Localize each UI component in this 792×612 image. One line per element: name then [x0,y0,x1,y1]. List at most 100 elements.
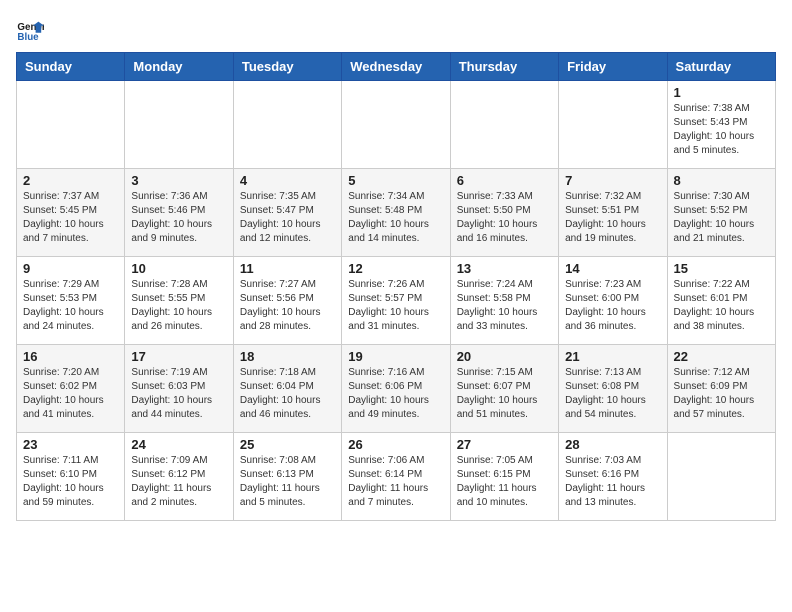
logo: General Blue [16,16,48,44]
weekday-header-friday: Friday [559,53,667,81]
calendar-cell: 13 Sunrise: 7:24 AMSunset: 5:58 PMDayligh… [450,257,558,345]
day-info: Sunrise: 7:30 AMSunset: 5:52 PMDaylight:… [674,190,769,246]
day-number: 13 [457,261,552,276]
day-number: 19 [348,349,443,364]
svg-text:Blue: Blue [17,32,39,43]
day-info: Sunrise: 7:32 AMSunset: 5:51 PMDaylight:… [565,190,660,246]
header: General Blue [16,16,776,44]
weekday-header-tuesday: Tuesday [233,53,341,81]
logo-icon: General Blue [16,16,44,44]
weekday-header-thursday: Thursday [450,53,558,81]
calendar-cell: 8 Sunrise: 7:30 AMSunset: 5:52 PMDaylight… [667,169,775,257]
calendar-cell: 6 Sunrise: 7:33 AMSunset: 5:50 PMDaylight… [450,169,558,257]
week-row-1: 1 Sunrise: 7:38 AMSunset: 5:43 PMDaylight… [17,81,776,169]
day-info: Sunrise: 7:03 AMSunset: 6:16 PMDaylight:… [565,454,660,510]
calendar-cell: 19 Sunrise: 7:16 AMSunset: 6:06 PMDayligh… [342,345,450,433]
week-row-2: 2 Sunrise: 7:37 AMSunset: 5:45 PMDaylight… [17,169,776,257]
day-number: 6 [457,173,552,188]
day-number: 14 [565,261,660,276]
day-number: 26 [348,437,443,452]
day-number: 20 [457,349,552,364]
day-info: Sunrise: 7:09 AMSunset: 6:12 PMDaylight:… [131,454,226,510]
day-info: Sunrise: 7:16 AMSunset: 6:06 PMDaylight:… [348,366,443,422]
day-info: Sunrise: 7:08 AMSunset: 6:13 PMDaylight:… [240,454,335,510]
calendar-cell [450,81,558,169]
calendar-cell: 22 Sunrise: 7:12 AMSunset: 6:09 PMDayligh… [667,345,775,433]
calendar-cell: 4 Sunrise: 7:35 AMSunset: 5:47 PMDaylight… [233,169,341,257]
calendar-cell: 5 Sunrise: 7:34 AMSunset: 5:48 PMDaylight… [342,169,450,257]
calendar-cell [667,433,775,521]
day-number: 22 [674,349,769,364]
day-info: Sunrise: 7:29 AMSunset: 5:53 PMDaylight:… [23,278,118,334]
weekday-header-sunday: Sunday [17,53,125,81]
day-number: 17 [131,349,226,364]
day-info: Sunrise: 7:36 AMSunset: 5:46 PMDaylight:… [131,190,226,246]
calendar-cell: 1 Sunrise: 7:38 AMSunset: 5:43 PMDaylight… [667,81,775,169]
day-info: Sunrise: 7:26 AMSunset: 5:57 PMDaylight:… [348,278,443,334]
day-info: Sunrise: 7:37 AMSunset: 5:45 PMDaylight:… [23,190,118,246]
calendar-cell: 7 Sunrise: 7:32 AMSunset: 5:51 PMDaylight… [559,169,667,257]
day-info: Sunrise: 7:05 AMSunset: 6:15 PMDaylight:… [457,454,552,510]
day-info: Sunrise: 7:38 AMSunset: 5:43 PMDaylight:… [674,102,769,158]
calendar-cell: 9Sunrise: 7:29 AMSunset: 5:53 PMDaylight… [17,257,125,345]
day-info: Sunrise: 7:15 AMSunset: 6:07 PMDaylight:… [457,366,552,422]
day-info: Sunrise: 7:22 AMSunset: 6:01 PMDaylight:… [674,278,769,334]
day-info: Sunrise: 7:23 AMSunset: 6:00 PMDaylight:… [565,278,660,334]
day-number: 2 [23,173,118,188]
calendar-cell: 24 Sunrise: 7:09 AMSunset: 6:12 PMDayligh… [125,433,233,521]
calendar-cell [559,81,667,169]
calendar-cell: 21 Sunrise: 7:13 AMSunset: 6:08 PMDayligh… [559,345,667,433]
day-number: 23 [23,437,118,452]
calendar-cell: 26 Sunrise: 7:06 AMSunset: 6:14 PMDayligh… [342,433,450,521]
day-number: 8 [674,173,769,188]
calendar-cell: 17 Sunrise: 7:19 AMSunset: 6:03 PMDayligh… [125,345,233,433]
day-number: 1 [674,85,769,100]
day-info: Sunrise: 7:18 AMSunset: 6:04 PMDaylight:… [240,366,335,422]
calendar-cell: 12Sunrise: 7:26 AMSunset: 5:57 PMDayligh… [342,257,450,345]
calendar-cell: 20 Sunrise: 7:15 AMSunset: 6:07 PMDayligh… [450,345,558,433]
day-info: Sunrise: 7:27 AMSunset: 5:56 PMDaylight:… [240,278,335,334]
week-row-3: 9Sunrise: 7:29 AMSunset: 5:53 PMDaylight… [17,257,776,345]
calendar-cell: 16Sunrise: 7:20 AMSunset: 6:02 PMDayligh… [17,345,125,433]
day-info: Sunrise: 7:24 AMSunset: 5:58 PMDaylight:… [457,278,552,334]
day-info: Sunrise: 7:19 AMSunset: 6:03 PMDaylight:… [131,366,226,422]
calendar-cell [17,81,125,169]
day-number: 18 [240,349,335,364]
calendar-cell [342,81,450,169]
calendar-cell: 18 Sunrise: 7:18 AMSunset: 6:04 PMDayligh… [233,345,341,433]
day-info: Sunrise: 7:34 AMSunset: 5:48 PMDaylight:… [348,190,443,246]
calendar-cell: 28 Sunrise: 7:03 AMSunset: 6:16 PMDayligh… [559,433,667,521]
calendar-cell [125,81,233,169]
calendar-cell: 11 Sunrise: 7:27 AMSunset: 5:56 PMDayligh… [233,257,341,345]
calendar-cell [233,81,341,169]
calendar-cell: 15 Sunrise: 7:22 AMSunset: 6:01 PMDayligh… [667,257,775,345]
day-number: 27 [457,437,552,452]
calendar-cell: 27 Sunrise: 7:05 AMSunset: 6:15 PMDayligh… [450,433,558,521]
day-number: 28 [565,437,660,452]
week-row-4: 16Sunrise: 7:20 AMSunset: 6:02 PMDayligh… [17,345,776,433]
day-info: Sunrise: 7:28 AMSunset: 5:55 PMDaylight:… [131,278,226,334]
day-number: 4 [240,173,335,188]
week-row-5: 23Sunrise: 7:11 AMSunset: 6:10 PMDayligh… [17,433,776,521]
day-info: Sunrise: 7:33 AMSunset: 5:50 PMDaylight:… [457,190,552,246]
weekday-header-wednesday: Wednesday [342,53,450,81]
calendar-table: SundayMondayTuesdayWednesdayThursdayFrid… [16,52,776,521]
day-number: 3 [131,173,226,188]
day-number: 15 [674,261,769,276]
day-info: Sunrise: 7:35 AMSunset: 5:47 PMDaylight:… [240,190,335,246]
day-number: 5 [348,173,443,188]
day-number: 11 [240,261,335,276]
calendar-cell: 10Sunrise: 7:28 AMSunset: 5:55 PMDayligh… [125,257,233,345]
day-number: 25 [240,437,335,452]
day-info: Sunrise: 7:12 AMSunset: 6:09 PMDaylight:… [674,366,769,422]
day-info: Sunrise: 7:06 AMSunset: 6:14 PMDaylight:… [348,454,443,510]
weekday-header-monday: Monday [125,53,233,81]
day-number: 16 [23,349,118,364]
calendar-cell: 14 Sunrise: 7:23 AMSunset: 6:00 PMDayligh… [559,257,667,345]
day-info: Sunrise: 7:13 AMSunset: 6:08 PMDaylight:… [565,366,660,422]
calendar-cell: 3 Sunrise: 7:36 AMSunset: 5:46 PMDaylight… [125,169,233,257]
day-number: 24 [131,437,226,452]
day-number: 21 [565,349,660,364]
day-number: 7 [565,173,660,188]
calendar-cell: 2 Sunrise: 7:37 AMSunset: 5:45 PMDaylight… [17,169,125,257]
